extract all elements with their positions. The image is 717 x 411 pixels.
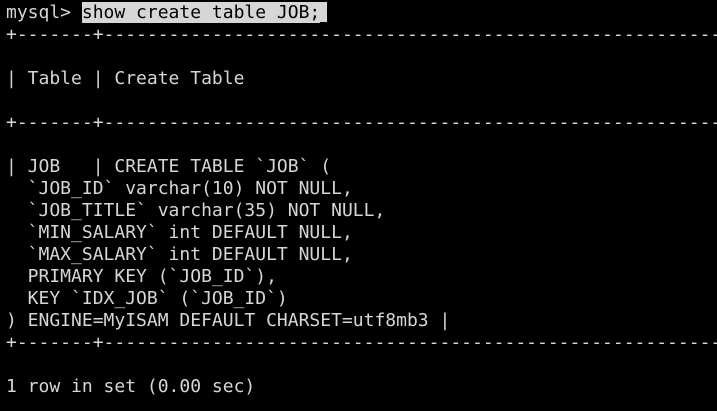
table-border-top: +-------+-------------------------------… [6,24,717,45]
table-header-row: | Table | Create Table [6,68,245,89]
result-line: `JOB_TITLE` varchar(35) NOT NULL, [6,200,386,221]
result-line: KEY `IDX_JOB` (`JOB_ID`) [6,288,288,309]
table-border-middle: +-------+-------------------------------… [6,112,717,133]
terminal-window[interactable]: mysql> show create table JOB; +-------+-… [0,0,717,411]
command-line[interactable]: mysql> show create table JOB; [6,2,328,24]
table-border-bottom: +-------+-------------------------------… [6,332,717,353]
text-cursor [320,2,328,22]
result-line: | JOB | CREATE TABLE `JOB` ( [6,156,332,177]
result-line: `JOB_ID` varchar(10) NOT NULL, [6,178,353,199]
result-line: `MIN_SALARY` int DEFAULT NULL, [6,222,353,243]
result-line: `MAX_SALARY` int DEFAULT NULL, [6,244,353,265]
mysql-prompt: mysql> [6,2,82,23]
typed-command[interactable]: show create table JOB; [81,2,321,23]
query-status: 1 row in set (0.00 sec) [6,376,256,397]
result-line: ) ENGINE=MyISAM DEFAULT CHARSET=utf8mb3 … [6,310,451,331]
result-line: PRIMARY KEY (`JOB_ID`), [6,266,277,287]
